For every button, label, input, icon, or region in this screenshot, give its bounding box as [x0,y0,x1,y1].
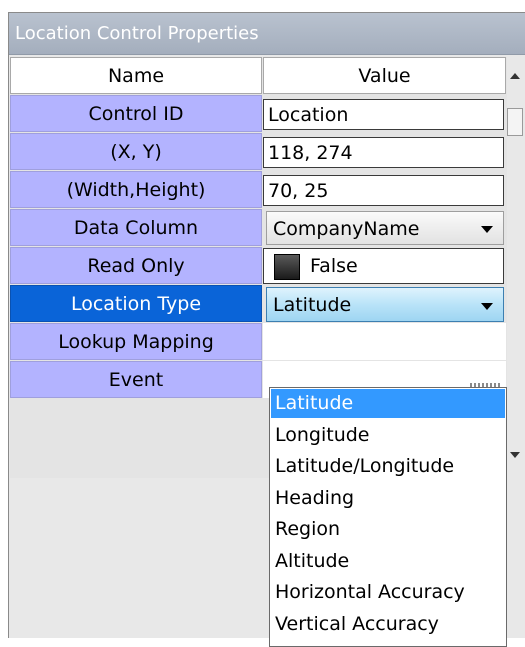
option-altitude[interactable]: Altitude [271,547,505,576]
location-type-value: Latitude [273,294,352,316]
property-name-control-id[interactable]: Control ID [10,95,262,132]
option-vertical-accuracy[interactable]: Vertical Accuracy [271,610,505,639]
scroll-up-icon[interactable] [510,73,520,79]
property-name-read-only[interactable]: Read Only [10,247,262,284]
location-type-options-list: Latitude Longitude Latitude/Longitude He… [269,387,507,647]
column-header-name[interactable]: Name [10,57,262,94]
property-name-event[interactable]: Event [10,361,262,398]
lookup-mapping-value[interactable] [263,323,506,360]
panel-title: Location Control Properties [9,13,525,55]
option-latitude[interactable]: Latitude [271,389,505,418]
chevron-down-icon[interactable] [481,303,493,310]
column-header-value[interactable]: Value [263,57,506,94]
scroll-down-icon[interactable] [510,452,520,458]
option-heading[interactable]: Heading [271,484,505,513]
scrollbar-thumb[interactable] [507,108,523,136]
size-input[interactable]: 70, 25 [263,175,504,206]
chevron-down-icon[interactable] [481,226,493,233]
property-name-lookup-mapping[interactable]: Lookup Mapping [10,323,262,360]
property-name-location-type[interactable]: Location Type [10,285,262,322]
read-only-field[interactable]: False [263,248,504,284]
checkbox-icon[interactable] [274,254,300,280]
properties-panel: Location Control Properties Name Value C… [8,12,525,647]
position-input[interactable]: 118, 274 [263,137,504,168]
control-id-input[interactable]: Location [263,99,504,130]
option-horizontal-accuracy[interactable]: Horizontal Accuracy [271,578,505,607]
property-name-data-column[interactable]: Data Column [10,209,262,246]
vertical-scrollbar[interactable] [507,57,525,478]
data-column-value: CompanyName [273,218,420,240]
property-name-size[interactable]: (Width,Height) [10,171,262,208]
option-region[interactable]: Region [271,515,505,544]
property-name-position[interactable]: (X, Y) [10,133,262,170]
data-column-dropdown[interactable]: CompanyName [266,211,504,245]
read-only-value: False [310,255,358,277]
option-longitude[interactable]: Longitude [271,421,505,450]
option-latitude-longitude[interactable]: Latitude/Longitude [271,452,505,481]
location-type-dropdown[interactable]: Latitude [266,287,504,322]
